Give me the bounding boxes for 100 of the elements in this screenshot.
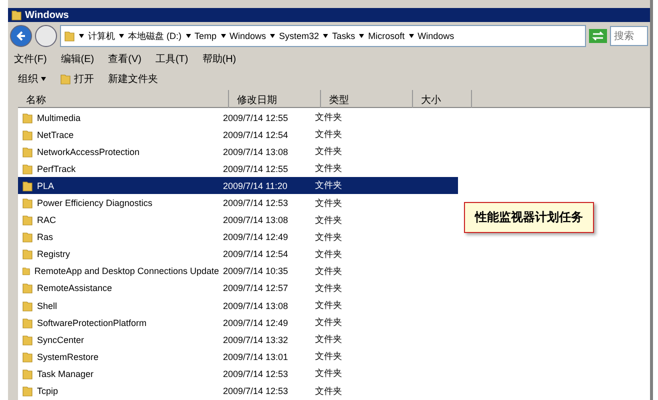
menu-item[interactable]: 文件(F) [14, 52, 47, 66]
file-name: NetTrace [37, 130, 74, 140]
file-row[interactable]: SystemRestore 2009/7/14 13:01 文件夹 [18, 348, 458, 366]
file-type: 文件夹 [314, 214, 343, 227]
file-type: 文件夹 [314, 248, 343, 261]
window-title: Windows [25, 10, 69, 20]
breadcrumb-item[interactable]: Temp [194, 31, 217, 41]
breadcrumb-item[interactable]: Microsoft [368, 31, 405, 41]
file-name: RemoteAssistance [37, 283, 112, 294]
open-button[interactable]: 打开 [60, 72, 94, 86]
file-row[interactable]: NetTrace 2009/7/14 12:54 文件夹 [18, 126, 458, 144]
file-type: 文件夹 [314, 196, 343, 210]
file-name: Shell [37, 300, 58, 311]
file-name: Multimedia [37, 112, 81, 123]
breadcrumb-item[interactable]: System32 [279, 31, 320, 41]
refresh-icon[interactable] [589, 29, 607, 43]
file-type: 文件夹 [314, 179, 343, 192]
breadcrumb-item[interactable]: Windows [230, 31, 266, 41]
breadcrumb-item[interactable]: 计算机 [88, 30, 115, 42]
file-row[interactable]: RemoteAssistance 2009/7/14 12:57 文件夹 [18, 280, 458, 298]
menu-item[interactable]: 工具(T) [155, 52, 188, 66]
file-row[interactable]: Registry 2009/7/14 12:54 文件夹 [18, 246, 458, 263]
file-row[interactable]: RAC 2009/7/14 13:08 文件夹 [18, 212, 458, 229]
address-bar[interactable]: 计算机 本地磁盘 (D:) Temp Windows System32 Tasks Microsoft Windows [60, 25, 586, 47]
modified-date: 2009/7/14 12:49 [222, 232, 290, 242]
modified-date: 2009/7/14 12:53 [222, 198, 290, 208]
folder-icon [22, 248, 33, 260]
modified-date: 2009/7/14 12:53 [222, 368, 290, 379]
folder-icon [22, 316, 33, 329]
file-type: 文件夹 [314, 299, 343, 312]
menu-item[interactable]: 编辑(E) [60, 52, 94, 66]
file-row[interactable]: Tcpip 2009/7/14 12:53 文件夹 [18, 382, 458, 400]
file-row[interactable]: PerfTrack 2009/7/14 12:55 文件夹 [18, 160, 458, 178]
menu-item[interactable]: 帮助(H) [202, 52, 236, 66]
modified-date: 2009/7/14 13:08 [222, 300, 290, 311]
folder-icon [11, 9, 22, 21]
caret-icon[interactable] [220, 34, 226, 38]
file-row[interactable]: Power Efficiency Diagnostics 2009/7/14 12:53 文件夹 [18, 194, 458, 212]
file-row[interactable]: RemoteApp and Desktop Connections Update 2009/7/14 10:35 文件夹 [18, 262, 458, 280]
modified-date: 2009/7/14 13:01 [222, 352, 290, 362]
file-row[interactable]: Multimedia 2009/7/14 12:55 文件夹 [18, 109, 458, 126]
folder-icon [60, 73, 71, 85]
breadcrumb-item[interactable]: 本地磁盘 (D:) [128, 30, 182, 42]
file-name: Registry [37, 249, 70, 260]
folder-icon [22, 300, 33, 312]
modified-date: 2009/7/14 12:49 [222, 318, 290, 328]
new-folder-button[interactable]: 新建文件夹 [108, 72, 158, 86]
file-type: 文件夹 [314, 316, 343, 330]
caret-icon[interactable] [359, 34, 364, 38]
folder-icon [64, 30, 75, 42]
caret-icon[interactable] [119, 34, 124, 38]
file-type: 文件夹 [314, 111, 343, 124]
file-row[interactable]: Shell 2009/7/14 13:08 文件夹 [18, 297, 458, 314]
caret-icon[interactable] [323, 34, 328, 38]
caret-icon[interactable] [408, 34, 414, 38]
caret-icon[interactable] [186, 34, 190, 38]
file-row[interactable]: PLA 2009/7/14 11:20 文件夹 [18, 177, 458, 194]
file-name: Ras [37, 232, 54, 242]
file-name: Tcpip [37, 386, 58, 396]
folder-icon [22, 265, 30, 278]
caret-icon[interactable] [79, 34, 84, 38]
caret-icon[interactable] [41, 77, 46, 81]
file-row[interactable]: SyncCenter 2009/7/14 13:32 文件夹 [18, 331, 458, 348]
modified-date: 2009/7/14 11:20 [222, 180, 288, 191]
file-row[interactable]: NetworkAccessProtection 2009/7/14 13:08 文件夹 [18, 143, 458, 160]
folder-icon [22, 282, 33, 294]
modified-date: 2009/7/14 12:55 [222, 112, 290, 123]
file-type: 文件夹 [314, 333, 343, 346]
file-name: PerfTrack [37, 164, 76, 174]
file-name: SoftwareProtectionPlatform [37, 318, 147, 328]
breadcrumb-item[interactable]: Windows [418, 31, 454, 41]
folder-icon [22, 146, 33, 158]
file-type: 文件夹 [314, 367, 343, 380]
file-name: PLA [37, 180, 54, 191]
file-name: SystemRestore [37, 352, 99, 362]
file-row[interactable]: SoftwareProtectionPlatform 2009/7/14 12:49 文件夹 [18, 314, 458, 332]
caret-icon[interactable] [270, 34, 276, 38]
back-arrow-icon [16, 31, 26, 41]
folder-icon [22, 385, 33, 398]
search-field[interactable]: 搜索 [610, 26, 648, 46]
folder-icon [22, 128, 33, 141]
file-row[interactable]: Ras 2009/7/14 12:49 文件夹 [18, 228, 458, 246]
organize-button[interactable]: 组织 [18, 72, 46, 86]
modified-date: 2009/7/14 12:57 [222, 283, 290, 294]
modified-date: 2009/7/14 12:54 [222, 130, 290, 140]
file-type: 文件夹 [314, 230, 343, 244]
file-name: RAC [37, 215, 56, 226]
file-type: 文件夹 [314, 264, 343, 278]
file-type: 文件夹 [314, 145, 343, 158]
modified-date: 2009/7/14 12:53 [222, 386, 290, 396]
back-button[interactable] [10, 25, 32, 47]
file-name: NetworkAccessProtection [37, 146, 140, 157]
folder-icon [22, 162, 33, 175]
callout-label: 性能监视器计划任务 [464, 202, 594, 233]
folder-icon [22, 214, 33, 226]
file-type: 文件夹 [314, 162, 343, 176]
breadcrumb-item[interactable]: Tasks [332, 31, 356, 41]
menu-item[interactable]: 查看(V) [108, 52, 142, 66]
forward-button[interactable] [35, 25, 57, 47]
file-row[interactable]: Task Manager 2009/7/14 12:53 文件夹 [18, 365, 458, 382]
